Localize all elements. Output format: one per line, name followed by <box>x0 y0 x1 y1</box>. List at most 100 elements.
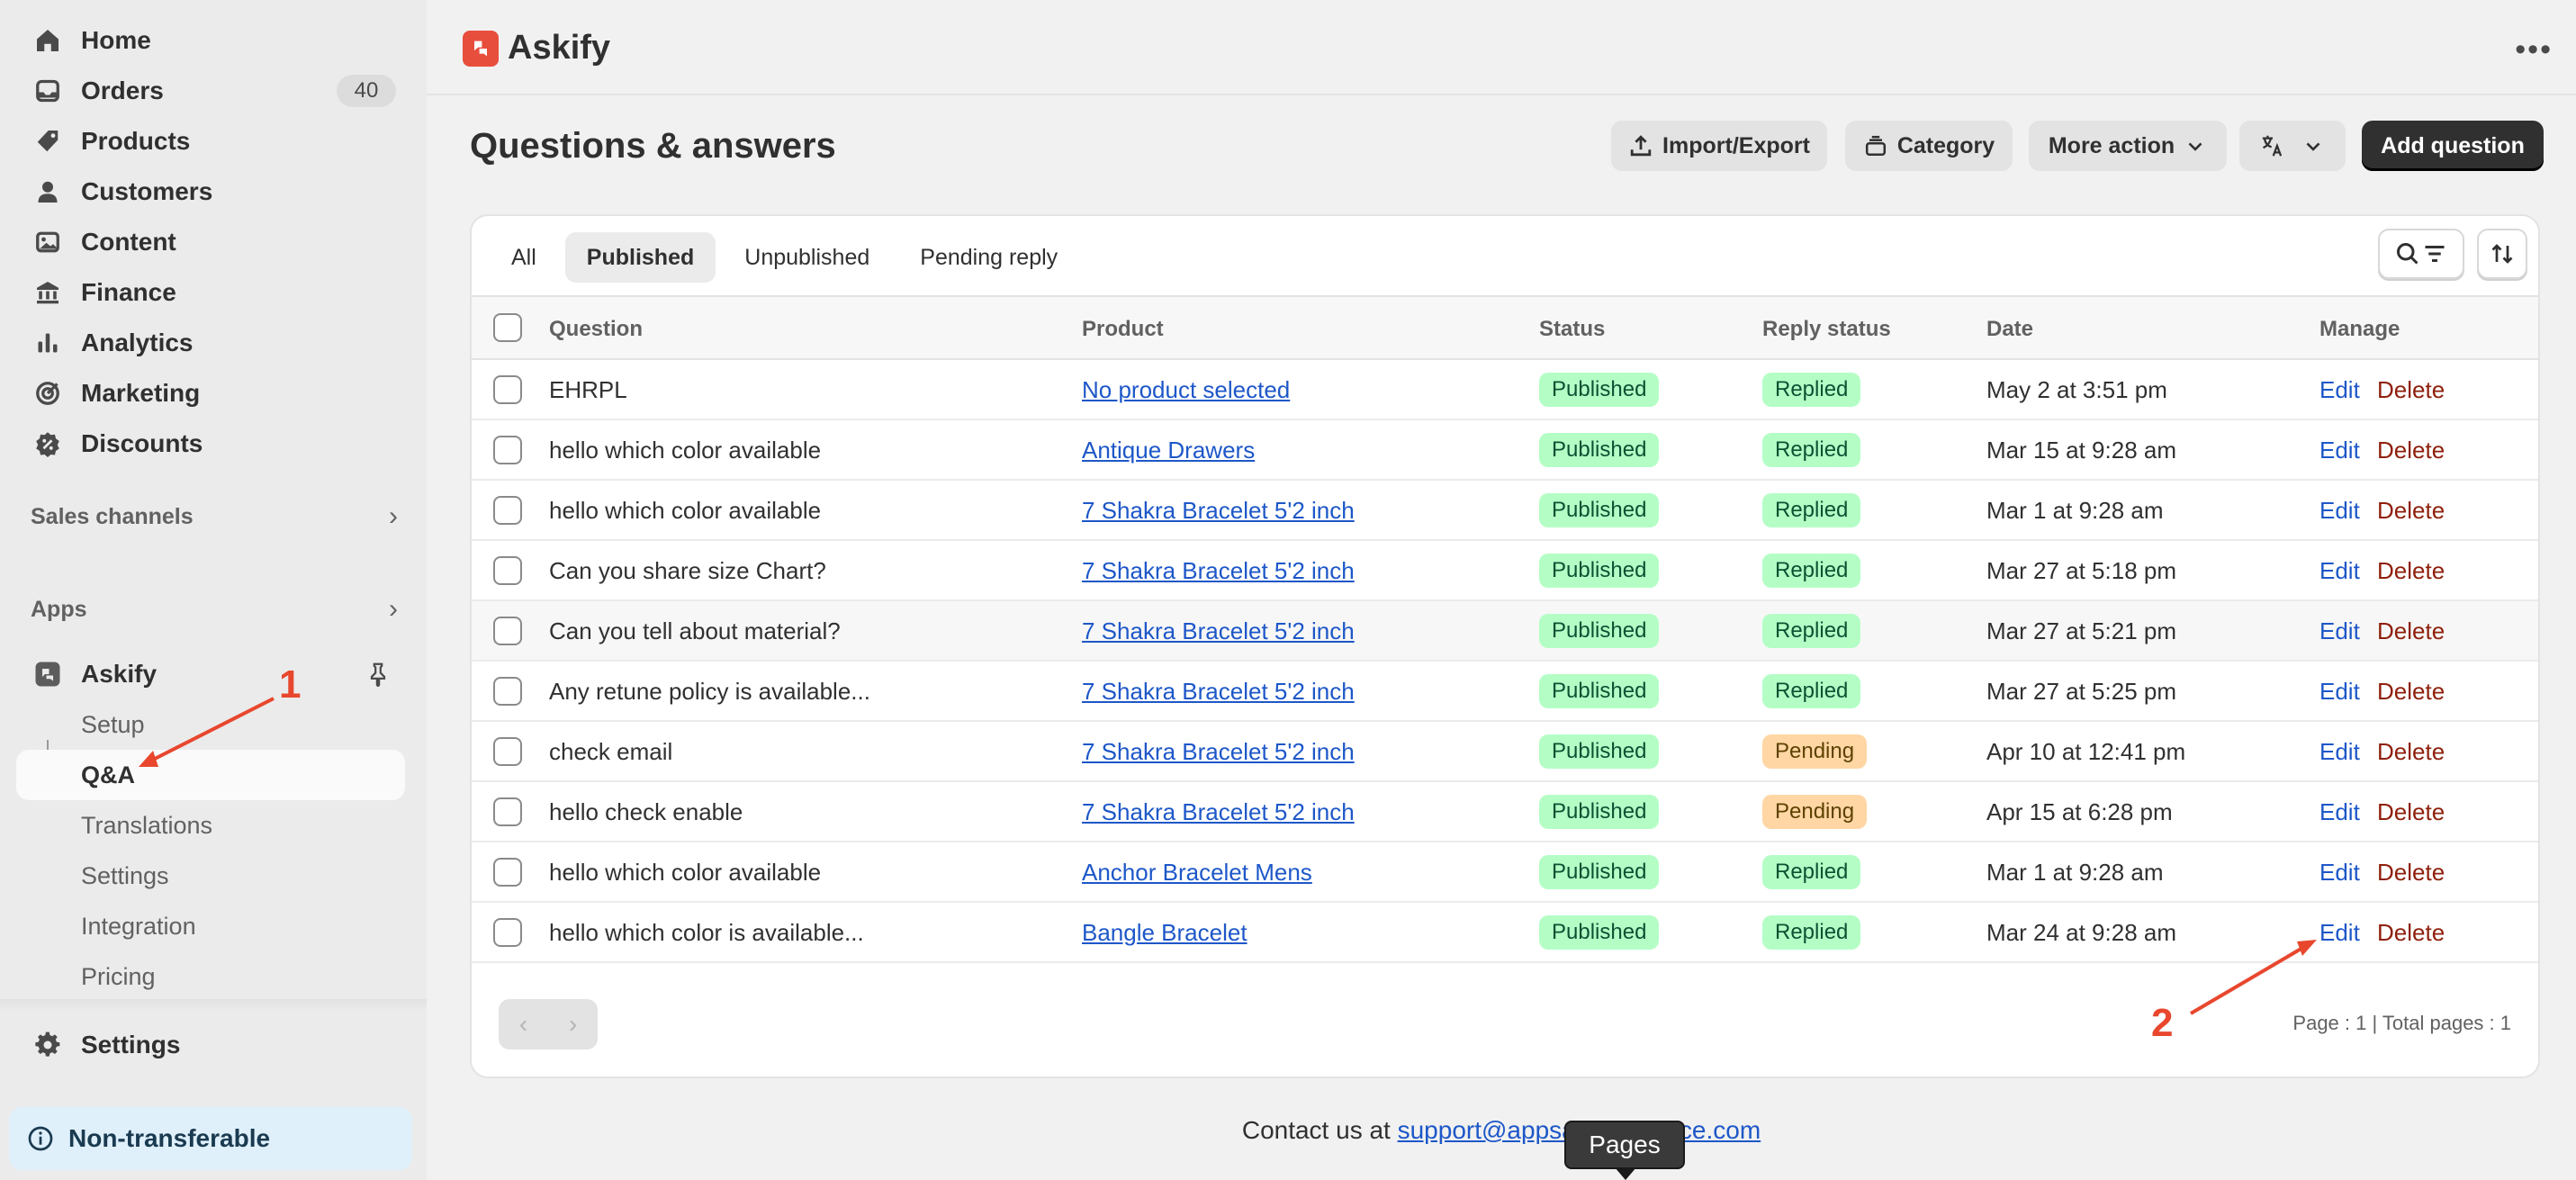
prev-page-button[interactable]: ‹ <box>519 1010 527 1039</box>
product-link[interactable]: Bangle Bracelet <box>1082 919 1247 947</box>
edit-link[interactable]: Edit <box>2319 376 2360 404</box>
nav-discounts[interactable]: Discounts <box>16 420 405 467</box>
import-export-button[interactable]: Import/Export <box>1611 121 1827 171</box>
reply-status-badge: Pending <box>1762 795 1868 829</box>
table-row[interactable]: hello which color available Antique Drawe… <box>472 420 2538 481</box>
tab-unpublished[interactable]: Unpublished <box>723 232 891 283</box>
table-row[interactable]: hello which color is available... Bangle … <box>472 903 2538 963</box>
product-link[interactable]: No product selected <box>1082 376 1290 404</box>
delete-link[interactable]: Delete <box>2377 497 2445 525</box>
column-status[interactable]: Status <box>1539 317 1605 342</box>
row-checkbox[interactable] <box>493 556 522 585</box>
edit-link[interactable]: Edit <box>2319 678 2360 706</box>
table-row[interactable]: Can you tell about material? 7 Shakra Bra… <box>472 601 2538 662</box>
delete-link[interactable]: Delete <box>2377 859 2445 887</box>
edit-link[interactable]: Edit <box>2319 617 2360 645</box>
column-question[interactable]: Question <box>549 317 643 342</box>
column-date[interactable]: Date <box>1986 317 2033 342</box>
nav-sub-pricing[interactable]: Pricing <box>16 951 405 1002</box>
table-row[interactable]: hello which color available Anchor Bracel… <box>472 842 2538 903</box>
nav-sub-qa[interactable]: Q&A <box>16 750 405 800</box>
row-checkbox[interactable] <box>493 918 522 947</box>
product-link[interactable]: Antique Drawers <box>1082 437 1255 464</box>
product-link[interactable]: 7 Shakra Bracelet 5'2 inch <box>1082 738 1355 766</box>
row-checkbox[interactable] <box>493 677 522 706</box>
row-checkbox[interactable] <box>493 436 522 464</box>
add-question-button[interactable]: Add question <box>2362 121 2544 171</box>
button-label: More action <box>2048 132 2175 158</box>
nav-content[interactable]: Content <box>16 219 405 266</box>
nav-settings[interactable]: Settings <box>16 1022 405 1068</box>
pin-icon[interactable] <box>365 662 391 689</box>
delete-link[interactable]: Delete <box>2377 798 2445 826</box>
search-filter-button[interactable] <box>2378 229 2464 279</box>
nav-sub-settings[interactable]: Settings <box>16 851 405 901</box>
sales-channels-section[interactable]: Sales channels › <box>31 499 405 535</box>
nav-finance[interactable]: Finance <box>16 269 405 316</box>
date-text: Mar 24 at 9:28 am <box>1986 919 2176 946</box>
nav-askify-app[interactable]: Askify <box>16 651 405 698</box>
nav-analytics[interactable]: Analytics <box>16 320 405 366</box>
nav-home[interactable]: Home <box>16 17 405 64</box>
column-product[interactable]: Product <box>1082 317 1164 342</box>
delete-link[interactable]: Delete <box>2377 678 2445 706</box>
product-link[interactable]: 7 Shakra Bracelet 5'2 inch <box>1082 678 1355 706</box>
tab-pending-reply[interactable]: Pending reply <box>898 232 1079 283</box>
edit-link[interactable]: Edit <box>2319 437 2360 464</box>
footer-prefix: Contact us at <box>1241 1116 1398 1144</box>
row-checkbox[interactable] <box>493 617 522 645</box>
select-all-checkbox[interactable] <box>493 313 522 342</box>
apps-section[interactable]: Apps › <box>31 591 405 627</box>
nav-label: Askify <box>81 660 158 688</box>
delete-link[interactable]: Delete <box>2377 437 2445 464</box>
reply-status-badge: Replied <box>1762 674 1861 708</box>
edit-link[interactable]: Edit <box>2319 798 2360 826</box>
delete-link[interactable]: Delete <box>2377 557 2445 585</box>
product-link[interactable]: 7 Shakra Bracelet 5'2 inch <box>1082 798 1355 826</box>
edit-link[interactable]: Edit <box>2319 557 2360 585</box>
category-button[interactable]: Category <box>1845 121 2013 171</box>
tab-published[interactable]: Published <box>564 232 716 283</box>
delete-link[interactable]: Delete <box>2377 376 2445 404</box>
nav-sub-translations[interactable]: Translations <box>16 800 405 851</box>
more-action-button[interactable]: More action <box>2029 121 2227 171</box>
nav-orders[interactable]: Orders 40 <box>16 68 405 114</box>
table-row[interactable]: hello which color available 7 Shakra Brac… <box>472 481 2538 541</box>
nav-label: Settings <box>81 861 169 889</box>
nav-products[interactable]: Products <box>16 118 405 165</box>
product-link[interactable]: Anchor Bracelet Mens <box>1082 859 1312 887</box>
edit-link[interactable]: Edit <box>2319 497 2360 525</box>
table-row[interactable]: Can you share size Chart? 7 Shakra Bracel… <box>472 541 2538 601</box>
product-link[interactable]: 7 Shakra Bracelet 5'2 inch <box>1082 557 1355 585</box>
row-checkbox[interactable] <box>493 858 522 887</box>
product-link[interactable]: 7 Shakra Bracelet 5'2 inch <box>1082 497 1355 525</box>
language-switch-button[interactable] <box>2239 121 2346 171</box>
edit-link[interactable]: Edit <box>2319 859 2360 887</box>
nav-marketing[interactable]: Marketing <box>16 370 405 417</box>
delete-link[interactable]: Delete <box>2377 738 2445 766</box>
row-checkbox[interactable] <box>493 797 522 826</box>
next-page-button[interactable]: › <box>569 1010 577 1039</box>
row-checkbox[interactable] <box>493 375 522 404</box>
non-transferable-banner[interactable]: Non-transferable <box>9 1107 412 1170</box>
info-icon <box>27 1125 54 1152</box>
row-checkbox[interactable] <box>493 737 522 766</box>
table-row[interactable]: Any retune policy is available... 7 Shakr… <box>472 662 2538 722</box>
column-reply-status[interactable]: Reply status <box>1762 317 1891 342</box>
delete-link[interactable]: Delete <box>2377 617 2445 645</box>
table-row[interactable]: hello check enable 7 Shakra Bracelet 5'2 … <box>472 782 2538 842</box>
row-checkbox[interactable] <box>493 496 522 525</box>
nav-sub-setup[interactable]: Setup <box>16 699 405 750</box>
table-row[interactable]: EHRPL No product selected Published Replied… <box>472 360 2538 420</box>
nav-customers[interactable]: Customers <box>16 168 405 215</box>
edit-link[interactable]: Edit <box>2319 738 2360 766</box>
date-text: Apr 15 at 6:28 pm <box>1986 798 2173 825</box>
more-options-icon[interactable]: ••• <box>2515 32 2553 68</box>
product-link[interactable]: 7 Shakra Bracelet 5'2 inch <box>1082 617 1355 645</box>
table-row[interactable]: check email 7 Shakra Bracelet 5'2 inch Pub… <box>472 722 2538 782</box>
nav-sub-integration[interactable]: Integration <box>16 901 405 951</box>
delete-link[interactable]: Delete <box>2377 919 2445 947</box>
tab-all[interactable]: All <box>490 232 558 283</box>
sort-button[interactable] <box>2477 229 2527 279</box>
edit-link[interactable]: Edit <box>2319 919 2360 947</box>
